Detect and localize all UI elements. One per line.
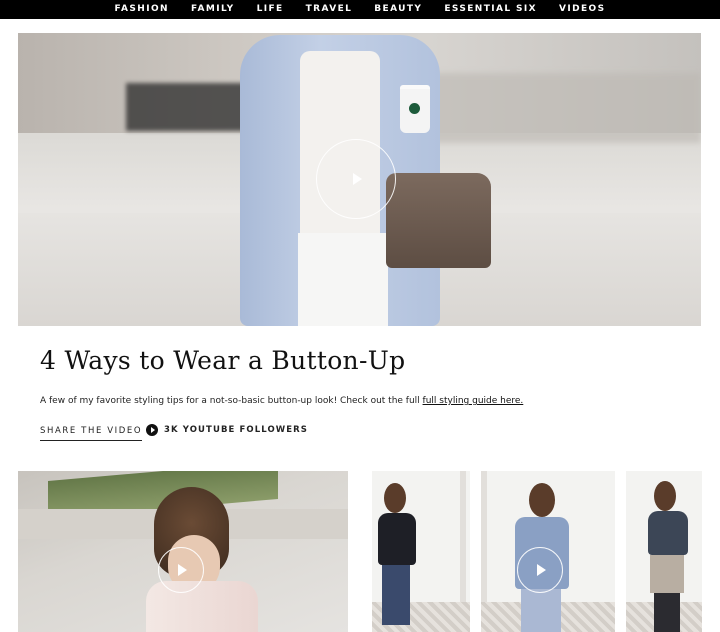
thumbnail-play-button[interactable]: [158, 547, 204, 593]
nav-list: FASHION FAMILY LIFE TRAVEL BEAUTY ESSENT…: [104, 0, 617, 19]
hero-coffee-cup: [400, 85, 430, 133]
nav-item-fashion[interactable]: FASHION: [104, 0, 180, 19]
top-navigation: FASHION FAMILY LIFE TRAVEL BEAUTY ESSENT…: [0, 0, 720, 19]
video-thumbnail-mirror-outfit-1[interactable]: [372, 471, 470, 632]
play-icon: [353, 173, 362, 185]
styling-guide-link[interactable]: full styling guide here.: [423, 396, 524, 406]
nav-item-family[interactable]: FAMILY: [180, 0, 246, 19]
nav-item-videos[interactable]: VIDEOS: [548, 0, 616, 19]
thumbnail-model: [626, 471, 702, 632]
nav-item-travel[interactable]: TRAVEL: [295, 0, 364, 19]
youtube-followers-label: 3K YOUTUBE FOLLOWERS: [164, 425, 309, 435]
post-description: A few of my favorite styling tips for a …: [40, 396, 523, 406]
youtube-followers-link[interactable]: 3K YOUTUBE FOLLOWERS: [146, 424, 308, 436]
video-thumbnail-mirror-outfit-3[interactable]: [626, 471, 702, 632]
post-description-text: A few of my favorite styling tips for a …: [40, 396, 423, 406]
play-icon: [178, 564, 187, 576]
nav-item-beauty[interactable]: BEAUTY: [363, 0, 433, 19]
youtube-play-icon: [146, 424, 158, 436]
hero-play-button[interactable]: [316, 139, 396, 219]
thumbnail-shirt: [146, 581, 258, 632]
nav-item-life[interactable]: LIFE: [246, 0, 295, 19]
hero-background-building: [418, 73, 701, 143]
post-title: 4 Ways to Wear a Button-Up: [40, 346, 406, 375]
video-thumbnail-mirror-outfit-2[interactable]: [481, 471, 615, 632]
hero-model-pants: [298, 233, 388, 326]
hero-video[interactable]: [18, 33, 701, 326]
nav-item-essential-six[interactable]: ESSENTIAL SIX: [433, 0, 548, 19]
video-thumbnail-messy-bun[interactable]: [18, 471, 348, 632]
play-icon: [537, 564, 546, 576]
thumbnail-model: [372, 471, 470, 632]
share-video-link[interactable]: SHARE THE VIDEO: [40, 426, 143, 441]
hero-handbag: [386, 173, 491, 268]
thumbnail-play-button[interactable]: [517, 547, 563, 593]
